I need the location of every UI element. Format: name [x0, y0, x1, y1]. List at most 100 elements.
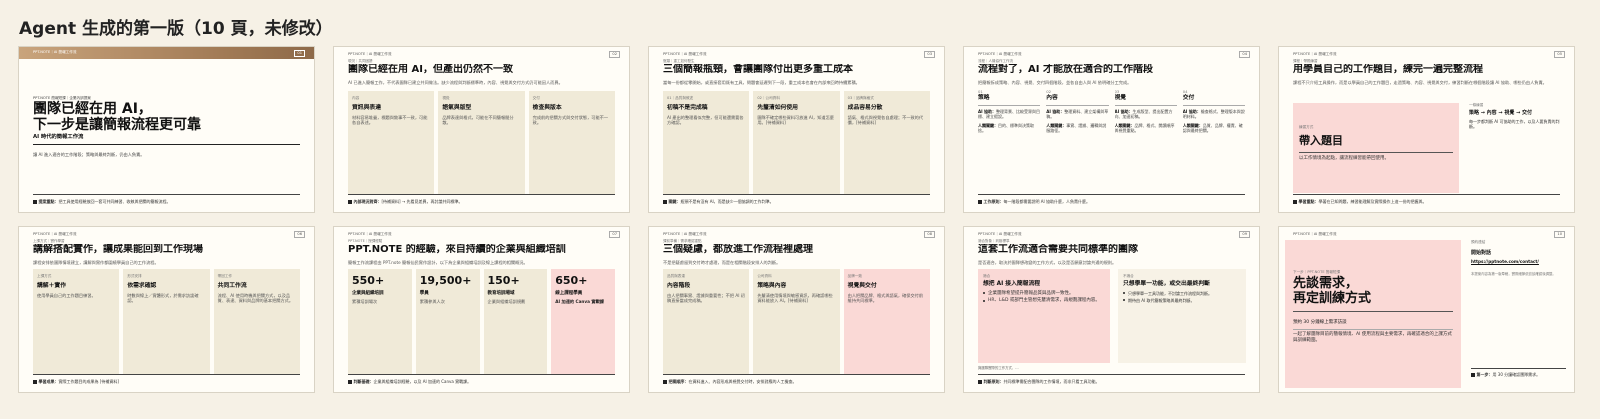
- next-step: 第一步：用 30 分鐘確認團隊需求。: [1471, 368, 1566, 377]
- flow-side: 一條練習 策略 → 內容 → 視覺 → 交付 每一步都判斷 AI 可協助的工作，…: [1469, 103, 1560, 129]
- slide-brand: PPT.NOTE｜AI 簡報工作流: [663, 232, 707, 236]
- divider: [33, 144, 300, 145]
- unfit-box: 不適合 只想學單一功能，或交出最終判斷 只想學單一工具功能，不討論工作流程與判斷…: [1118, 269, 1246, 363]
- slide-footer: 判斷原則：共同標準需配合團隊的工作情境，而非只看工具功能。: [978, 374, 1245, 388]
- slide-title: 流程對了，AI 才能放在適合的工作階段: [978, 64, 1153, 75]
- slide-footer: 關鍵：瓶頸不是有沒有 AI，而是缺少一個協調的工作判準。: [663, 194, 930, 208]
- unfit-list: 只想學單一工具功能，不討論工作流程與判斷。 期待由 AI 取代簡報策略與最終判斷…: [1123, 291, 1241, 303]
- slide-lead: 是否適合，取決於團隊想改變的工作方式，以及是否願意討論共通的規則。: [978, 260, 1117, 265]
- slide-thumbnail-8[interactable]: PPT.NOTE｜AI 簡報工作流 08 課前準備｜需求確認重點 三個疑慮，都放…: [648, 226, 945, 393]
- card-row: 01｜品質與敘述 初稿不是完成稿 AI 產出的整理看似完整，但可能還需要各方確認。 …: [663, 91, 930, 194]
- slide-footer: 工作原則：每一階段都需要說明 AI 協助什麼，人負責什麼。: [978, 194, 1245, 208]
- practice-box: 練習方式 帶入題目 以工作情境為起點，讓流程練習能帶回使用。: [1293, 103, 1459, 193]
- card-highlight: 品牌一致 視覺與交付 由人把關品牌、格式與語氣，確保交付前維持共同標準。: [843, 269, 930, 374]
- cover-tagline: AI 時代的簡報工作流: [33, 134, 84, 140]
- slide-kicker: 上課方式｜實作學習: [33, 239, 65, 243]
- slide-thumbnail-1[interactable]: PPT.NOTE｜AI 簡報工作流 01 PPT.NOTE 簡報短課｜企業內訓提…: [18, 46, 315, 213]
- stat-card-highlight: 650+ 線上課程學員 AI 加速的 Canva 實戰課: [551, 269, 615, 374]
- slide-footer: 學習重點：學著在已知問題，練習能理解及實際操作上這一份的把握與。: [1293, 194, 1560, 208]
- slide-lead: 不是把疑慮留到交付時才處理，而是在相關階段安排人的判斷。: [663, 260, 781, 265]
- card: 帶回工作 共同工作流 流程、AI 使用時機與把關方式，以及品質、表達、資料與品牌的基…: [213, 269, 300, 374]
- slide-thumbnail-4[interactable]: PPT.NOTE｜AI 簡報工作流 04 流程｜人機協作工作流 流程對了，AI …: [963, 46, 1260, 213]
- card-row: 上課方式 講解＋實作 使用學員自己的工作題目練習。 形式安排 依需求確認 時數與線上／實…: [33, 269, 300, 374]
- slide-brand: PPT.NOTE｜AI 簡報工作流: [978, 232, 1022, 236]
- slide-number: 07: [609, 231, 620, 239]
- slide-lead: 當每一份都從零開始，或直接套用既有工具，問題會延遲到下一段，重工成本也會在內部來…: [663, 80, 860, 85]
- slide-lead: 課程不只介紹工具操作，而是以學員自己的工作題目，走過策略、內容、視覺與交付，練習…: [1293, 80, 1547, 85]
- slide-lead: 簡報工作流課程由 PPT.note 簡報仙民實作設計，以下為企業與組織培訓及線上…: [348, 260, 528, 265]
- slide-kicker: 課前準備｜需求確認重點: [663, 239, 702, 243]
- card: 視覺 語氣與版型 品牌表達與格式，可能在不同簡報間分散。: [438, 91, 525, 194]
- slide-title: 三個疑慮，都放進工作流程裡處理: [663, 244, 813, 255]
- slide-lead: 課程安排依團隊情境建立，講解與實作都圍繞學員自己的工作流程。: [33, 260, 159, 265]
- cover-description: 讓 AI 進入適合的工作階段；策略與最終判斷，仍由人負責。: [33, 152, 145, 157]
- slide-thumbnail-5[interactable]: PPT.NOTE｜AI 簡報工作流 05 課程｜帶題練習 用學員自己的工作題目，…: [1278, 46, 1575, 213]
- contact-link[interactable]: https://pptnote.com/contact/: [1471, 259, 1566, 265]
- card: 品質與表達 內容階段 由人把關事實、證據與重要性；不把 AI 初稿直接當成完成稿。: [663, 269, 750, 374]
- slide-number: 03: [924, 51, 935, 59]
- slide-thumbnail-6[interactable]: PPT.NOTE｜AI 簡報工作流 06 上課方式｜實作學習 講解搭配實作，讓成…: [18, 226, 315, 393]
- slide-brand: PPT.NOTE｜AI 簡報工作流: [33, 232, 77, 236]
- card-row: 內容 資訊與表達 材料容易堆疊，標題與敘事不一致，可能各自表述。 視覺 語氣與版型 品牌…: [348, 91, 615, 194]
- slide-kicker: 流程｜人機協作工作流: [978, 59, 1013, 63]
- card: 上課方式 講解＋實作 使用學員自己的工作題目練習。: [33, 269, 120, 374]
- slide-title: 講解搭配實作，讓成果能回到工作現場: [33, 244, 203, 255]
- card: 公司資料 策略與內容 先釐清使用情境與敏感資訊，再確認哪些資料能放入 AI。[待補資…: [753, 269, 840, 374]
- slide-title: 這套工作流適合需要共同標準的團隊: [978, 244, 1138, 255]
- stat-card: 19,500+ 學員 累積參與人次: [415, 269, 480, 374]
- flow-columns: 01 策略 AI 協助：整理背景、比較受眾與目標、建立假設。 人類關鍵：目的、標準…: [978, 89, 1245, 194]
- slide-thumbnail-3[interactable]: PPT.NOTE｜AI 簡報工作流 03 瓶頸｜重工如何發生 三個簡報瓶頸，會讓…: [648, 46, 945, 213]
- card: 內容 資訊與表達 材料容易堆疊，標題與敘事不一致，可能各自表述。: [348, 91, 435, 194]
- fit-list: 企業團隊希望提升簡報品質與品牌一致性。 HR、L&D 或部門主管想先釐清需求，再…: [983, 291, 1105, 305]
- slide-footer: 判斷基礎：企業與組織培訓經驗，以及 AI 加速的 Canva 實戰課。: [348, 374, 615, 388]
- slide-thumbnail-7[interactable]: PPT.NOTE｜AI 簡報工作流 07 PPT.NOTE｜授課經驗 PPT.N…: [333, 226, 630, 393]
- slide-lead: 把簡報拆成策略、內容、視覺、交付四個階段，並各自由人與 AI 依明確分工完成。: [978, 80, 1132, 85]
- card: 01｜品質與敘述 初稿不是完成稿 AI 產出的整理看似完整，但可能還需要各方確認。: [663, 91, 750, 194]
- slide-title: 團隊已經在用 AI，但產出仍然不一致: [348, 64, 513, 75]
- stat-card: 550+ 企業與組織培訓 累積培訓場次: [348, 269, 412, 374]
- slide-thumbnail-9[interactable]: PPT.NOTE｜AI 簡報工作流 09 適合對象｜判斷標準 這套工作流適合需要…: [963, 226, 1260, 393]
- slide-brand: PPT.NOTE｜AI 簡報工作流: [33, 50, 77, 54]
- flow-column: 03 視覺 AI 協助：生成版型、提出配置方向、加速初稿。 人類關鍵：品牌、格式、…: [1114, 89, 1177, 194]
- fit-box: 適合 想把 AI 接入簡報流程 企業團隊希望提升簡報品質與品牌一致性。 HR、L…: [978, 269, 1110, 363]
- slide-thumbnail-10[interactable]: PPT.NOTE｜AI 簡報工作流 10 下一步｜PPT.NOTE 簡報短課 先…: [1278, 226, 1575, 393]
- slide-footer: 提案重點：把工具使用經驗放回一套可共同練習、收斂與把關的簡報流程。: [33, 194, 300, 208]
- cta-title: 先談需求， 再定訓練方式: [1293, 276, 1453, 312]
- slide-kicker: 課程｜帶題練習: [1293, 59, 1318, 63]
- card-row: 品質與表達 內容階段 由人把關事實、證據與重要性；不把 AI 初稿直接當成完成稿。 …: [663, 269, 930, 374]
- slide-number: 04: [1239, 51, 1250, 59]
- contact-side: 預約連結 開始對話 https://pptnote.com/contact/ 本…: [1471, 240, 1566, 277]
- slide-number: 10: [1554, 231, 1565, 239]
- stat-card: 150+ 教育培訓場域 企業與組織培訓規劃: [483, 269, 548, 374]
- slide-brand: PPT.NOTE｜AI 簡報工作流: [348, 232, 392, 236]
- slide-brand: PPT.NOTE｜AI 簡報工作流: [663, 52, 707, 56]
- card: 03｜品牌與格式 成品容易分散 語氣、格式與視覺各自處理；不一致的代價，[待補資料]: [843, 91, 930, 194]
- slide-number: 09: [1239, 231, 1250, 239]
- slide-title: 三個簡報瓶頸，會讓團隊付出更多重工成本: [663, 64, 853, 75]
- slide-kicker: 瓶頸｜重工如何發生: [663, 59, 695, 63]
- slide-kicker: 適合對象｜判斷標準: [978, 239, 1010, 243]
- slide-number: 02: [609, 51, 620, 59]
- slide-grid: PPT.NOTE｜AI 簡報工作流 01 PPT.NOTE 簡報短課｜企業內訓提…: [18, 46, 1575, 393]
- page-title: Agent 生成的第一版（10 頁，未修改）: [19, 19, 333, 39]
- slide-thumbnail-2[interactable]: PPT.NOTE｜AI 簡報工作流 02 現況｜共同困擾 團隊已經在用 AI，但…: [333, 46, 630, 213]
- slide-brand: PPT.NOTE｜AI 簡報工作流: [1293, 232, 1337, 236]
- slide-kicker: 現況｜共同困擾: [348, 59, 373, 63]
- flow-column: 02 內容 AI 協助：整理資料、建立架構與草稿。 人類關鍵：事實、證據、邏輯與說…: [1046, 89, 1109, 134]
- slide-brand: PPT.NOTE｜AI 簡報工作流: [978, 52, 1022, 56]
- slide-number: 01: [294, 50, 305, 58]
- slide-title: 用學員自己的工作題目，練完一遍完整流程: [1293, 64, 1483, 75]
- card: 形式安排 依需求確認 時數與線上／實體形式，於需求訪談確認。: [123, 269, 210, 374]
- flow-column: 04 交付 AI 協助：檢查格式、整理版本與說明材料。 人類關鍵：品質、品牌、權責…: [1182, 89, 1245, 134]
- slide-footer: 學習成果：實際工作題目的成果為 [待補資料]: [33, 374, 300, 388]
- fit-note: 與團隊實際的工作方式，…: [978, 366, 1019, 370]
- slide-number: 06: [294, 231, 305, 239]
- card: 02｜公司資料 先釐清如何使用 團隊不確定哪些資料可放進 AI，知道怎麼用。[待補資…: [753, 91, 840, 194]
- slide-number: 05: [1554, 51, 1565, 59]
- stat-row: 550+ 企業與組織培訓 累積培訓場次 19,500+ 學員 累積參與人次 150+ 教育…: [348, 269, 615, 374]
- slide-brand: PPT.NOTE｜AI 簡報工作流: [1293, 52, 1337, 56]
- cta-box: 下一步｜PPT.NOTE 簡報短課 先談需求， 再定訓練方式 預約 30 分鐘線…: [1285, 240, 1461, 388]
- slide-footer: 內部現況對齊：[待補資料] → 先看見差異，再討論共同標準。: [348, 194, 615, 208]
- slide-footer: 把關順序：在資料進入、內容形成與視覺交付時，安排對應的人工檢查。: [663, 374, 930, 388]
- slide-title: PPT.NOTE 的經驗，來自持續的企業與組織培訓: [348, 244, 566, 255]
